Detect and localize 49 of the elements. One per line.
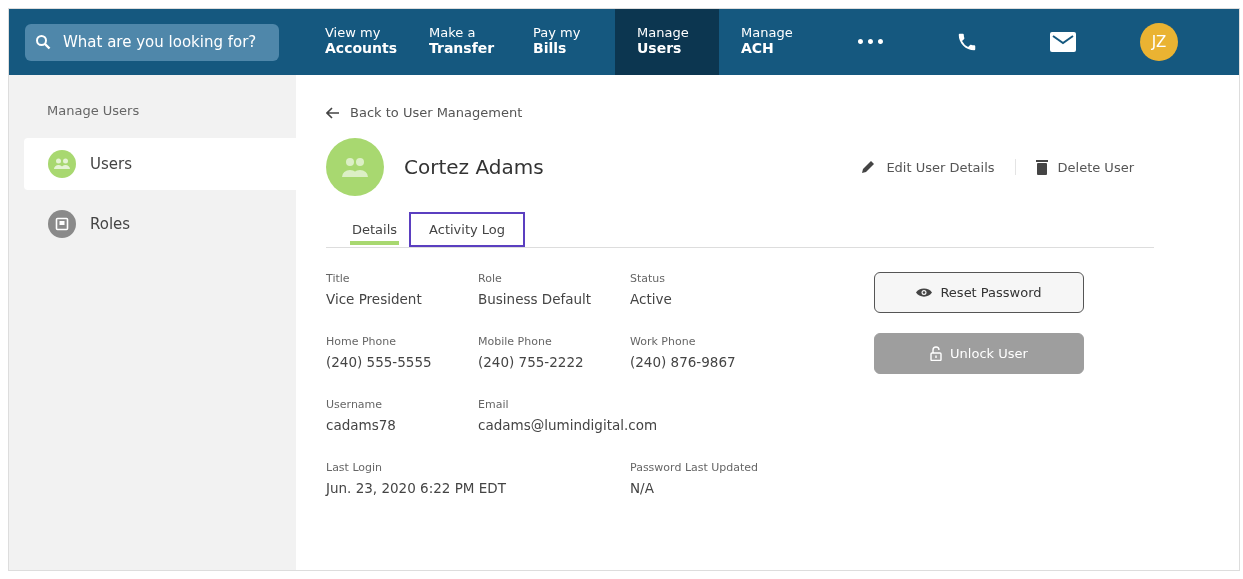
field-value: Business Default — [478, 291, 592, 307]
field-label: Password Last Updated — [630, 461, 759, 474]
field-label: Mobile Phone — [478, 335, 552, 348]
badge-icon — [48, 210, 76, 238]
lock-icon — [930, 346, 943, 361]
field-value: (240) 876-9867 — [630, 354, 736, 370]
action-link[interactable]: Delete User — [1014, 159, 1154, 175]
field-label: Work Phone — [630, 335, 696, 348]
field-value: N/A — [630, 480, 654, 496]
field-label: Email — [478, 398, 509, 411]
field-value: cadams@lumindigital.com — [478, 417, 658, 433]
action-button[interactable]: Reset Password — [874, 272, 1084, 313]
field-value: (240) 755-2222 — [478, 354, 584, 370]
users-icon — [48, 150, 76, 178]
arrow-left-icon — [326, 106, 340, 119]
trash-icon — [1035, 159, 1048, 175]
tab[interactable]: Activity Log — [409, 212, 526, 247]
sidebar-heading: Manage Users — [46, 103, 141, 118]
field-value: Vice President — [326, 291, 422, 307]
field-label: Username — [326, 398, 383, 411]
field-value: Jun. 23, 2020 6:22 PM EDT — [326, 480, 506, 496]
nav-item[interactable]: Manage Users — [615, 9, 719, 75]
nav-item[interactable]: Make a Transfer — [407, 9, 511, 75]
nav-item[interactable]: View my Accounts — [303, 9, 407, 75]
user-name: Cortez Adams — [404, 155, 545, 179]
field-label: Home Phone — [326, 335, 397, 348]
field-value: (240) 555-5555 — [326, 354, 432, 370]
nav-item[interactable]: Pay my Bills — [511, 9, 615, 75]
users-icon — [340, 155, 370, 179]
search-input[interactable]: What are you looking for? — [61, 32, 269, 52]
field-value: cadams78 — [326, 417, 396, 433]
field-label: Role — [478, 272, 502, 285]
field-label: Status — [630, 272, 666, 285]
eye-icon — [916, 287, 933, 298]
search-field[interactable]: What are you looking for? — [25, 23, 279, 61]
tab[interactable]: Details — [350, 212, 400, 247]
pencil-icon — [860, 159, 877, 175]
field-value: Active — [630, 291, 672, 307]
mail-icon[interactable] — [1050, 32, 1076, 52]
field-label: Title — [326, 272, 350, 285]
more-icon[interactable]: ••• — [856, 34, 886, 50]
sidebar-item[interactable]: Users — [24, 138, 296, 190]
phone-icon[interactable] — [956, 31, 978, 53]
field-label: Last Login — [326, 461, 383, 474]
nav-item[interactable]: Manage ACH — [719, 9, 823, 75]
action-link[interactable]: Edit User Details — [840, 159, 1015, 175]
sidebar-item[interactable]: Roles — [24, 198, 296, 250]
search-icon — [35, 34, 51, 50]
back-link[interactable]: Back to User Management — [326, 105, 1239, 120]
